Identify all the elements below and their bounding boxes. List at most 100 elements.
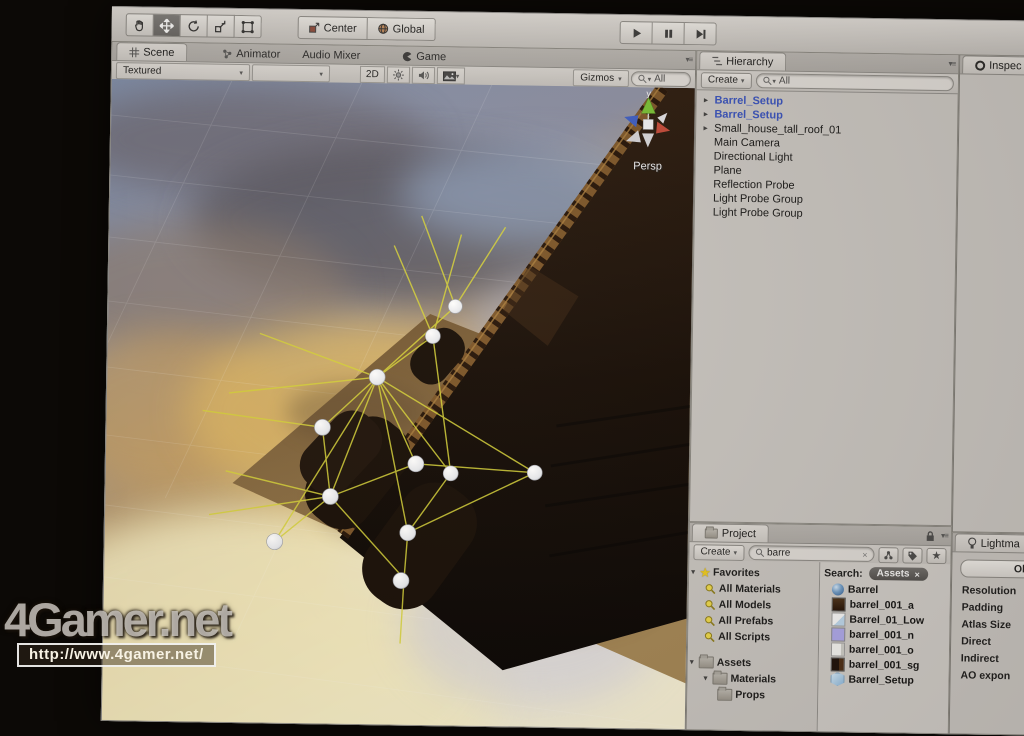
lightmap-field-label: Direct (951, 632, 1024, 651)
play-button[interactable] (619, 21, 652, 45)
pause-icon (662, 27, 674, 39)
step-button[interactable] (684, 22, 716, 45)
favorite-search-button[interactable]: ★ (926, 547, 946, 563)
tab-game[interactable]: Game (390, 47, 458, 65)
lock-icon[interactable] (926, 531, 935, 542)
search-by-label-button[interactable] (902, 547, 922, 563)
pivot-toggle-button[interactable]: Center (298, 16, 368, 40)
gizmo-projection-label[interactable]: Persp (633, 160, 662, 172)
gizmo-axis-label: y (646, 88, 651, 98)
tree-item[interactable]: Props (687, 686, 817, 704)
inspector-icon (975, 60, 985, 70)
pivot-icon (309, 22, 320, 33)
project-search-input[interactable]: barre × (748, 545, 875, 562)
tab-audio-mixer[interactable]: Audio Mixer (290, 46, 372, 64)
panel-menu-icon[interactable]: ▾≡ (941, 531, 948, 540)
gizmos-dropdown[interactable]: Gizmos▾ (573, 69, 629, 87)
rotate-tool-button[interactable] (181, 14, 208, 37)
scene-search-value: All (654, 74, 665, 85)
tab-project[interactable]: Project (692, 523, 770, 542)
scene-audio-button[interactable] (412, 67, 435, 84)
render-mode-dropdown[interactable]: ▾ (252, 64, 330, 82)
unity-editor-window: Center Global Scene (101, 6, 1024, 736)
sun-icon (393, 69, 404, 80)
texture-icon (831, 642, 845, 656)
tab-inspector[interactable]: Inspec (962, 55, 1024, 74)
panel-menu-icon[interactable]: ▾≡ (948, 59, 955, 68)
star-icon: ★ (700, 566, 710, 579)
rect-tool-button[interactable] (235, 15, 262, 38)
tab-animator-label: Animator (236, 47, 280, 60)
hierarchy-search-input[interactable]: ▾ All (755, 73, 954, 91)
tab-audio-mixer-label: Audio Mixer (302, 48, 360, 61)
move-tool-button[interactable] (154, 14, 181, 37)
step-icon (694, 28, 706, 40)
watermark-url: http://www.4gamer.net/ (17, 643, 216, 667)
tab-game-label: Game (416, 50, 446, 62)
tab-hierarchy[interactable]: Hierarchy (699, 51, 786, 70)
pivot-space-group: Center Global (298, 16, 436, 41)
scene-lighting-button[interactable] (387, 66, 410, 83)
folder-icon (705, 528, 718, 538)
hierarchy-list: ►Barrel_Setup ►Barrel_Setup ►Small_house… (695, 90, 958, 223)
lightmap-field-label: Atlas Size (951, 615, 1024, 634)
expand-arrow-icon[interactable]: ► (702, 111, 712, 118)
texture-icon (832, 597, 846, 611)
search-filter-icon (704, 631, 715, 642)
animator-icon (222, 48, 232, 58)
collapse-arrow-icon[interactable]: ▼ (701, 675, 709, 682)
project-tabbar: Project ▾≡ (690, 523, 951, 546)
scene-effects-dropdown[interactable]: ▾ (437, 67, 466, 84)
scene-search-input[interactable]: ▾ All (631, 71, 691, 87)
scale-tool-button[interactable] (208, 15, 235, 38)
hierarchy-search-value: All (779, 75, 790, 86)
search-filter-icon (705, 599, 716, 610)
panel-menu-icon[interactable]: ▾≡ (685, 55, 692, 64)
shading-mode-dropdown[interactable]: Textured▾ (116, 62, 250, 81)
texture-icon (831, 627, 845, 641)
hand-tool-button[interactable] (126, 13, 154, 36)
clear-search-icon[interactable]: × (862, 549, 867, 559)
chevron-down-icon: ▾ (456, 72, 460, 80)
asset-result-row[interactable]: Barrel_Setup (818, 671, 948, 688)
asset-result-row[interactable]: barrel_001_sg (819, 656, 949, 673)
collapse-arrow-icon[interactable]: ▼ (688, 659, 696, 666)
expand-arrow-icon[interactable]: ► (703, 97, 713, 104)
search-by-type-button[interactable] (878, 547, 898, 563)
tab-hierarchy-label: Hierarchy (726, 55, 773, 68)
asset-result-row[interactable]: barrel_001_o (819, 641, 949, 658)
hierarchy-item[interactable]: Light Probe Group (695, 205, 956, 223)
asset-result-row[interactable]: barrel_001_n (819, 626, 949, 643)
tree-item[interactable]: All Scripts (688, 628, 818, 646)
pause-button[interactable] (652, 21, 684, 44)
hierarchy-create-button[interactable]: Create▾ (701, 72, 752, 89)
scale-icon (214, 19, 228, 33)
hand-icon (133, 18, 147, 32)
toggle-2d-button[interactable]: 2D (360, 66, 385, 83)
tab-project-label: Project (722, 527, 756, 540)
search-filter-icon (704, 615, 715, 626)
project-create-button[interactable]: Create▾ (693, 544, 744, 561)
search-scope-pill[interactable]: Assets× (869, 567, 928, 581)
lightmap-field-label: Resolution (952, 581, 1024, 600)
lightmap-field-label: AO expon (950, 666, 1024, 685)
tab-scene[interactable]: Scene (116, 42, 187, 61)
space-toggle-button[interactable]: Global (368, 17, 436, 41)
asset-result-row[interactable]: barrel_001_a (820, 596, 950, 613)
tab-animator[interactable]: Animator (210, 45, 292, 63)
tab-lightmapping[interactable]: Lightma (955, 533, 1024, 552)
collapse-arrow-icon[interactable]: ▼ (689, 569, 697, 576)
transform-tools (126, 13, 262, 38)
shading-mode-label: Textured (123, 65, 162, 77)
tag-icon (908, 550, 918, 560)
gizmos-label: Gizmos (580, 72, 614, 84)
space-label: Global (393, 23, 425, 35)
object-mode-button[interactable]: Obje (960, 559, 1024, 578)
results-header-label: Search: (824, 567, 863, 580)
material-icon (832, 583, 844, 595)
asset-result-row[interactable]: Barrel_01_Low (819, 611, 949, 628)
expand-arrow-icon[interactable]: ► (702, 125, 712, 132)
results-header: Search: Assets× (820, 564, 950, 583)
prefab-icon (830, 672, 844, 686)
close-icon[interactable]: × (914, 569, 919, 579)
